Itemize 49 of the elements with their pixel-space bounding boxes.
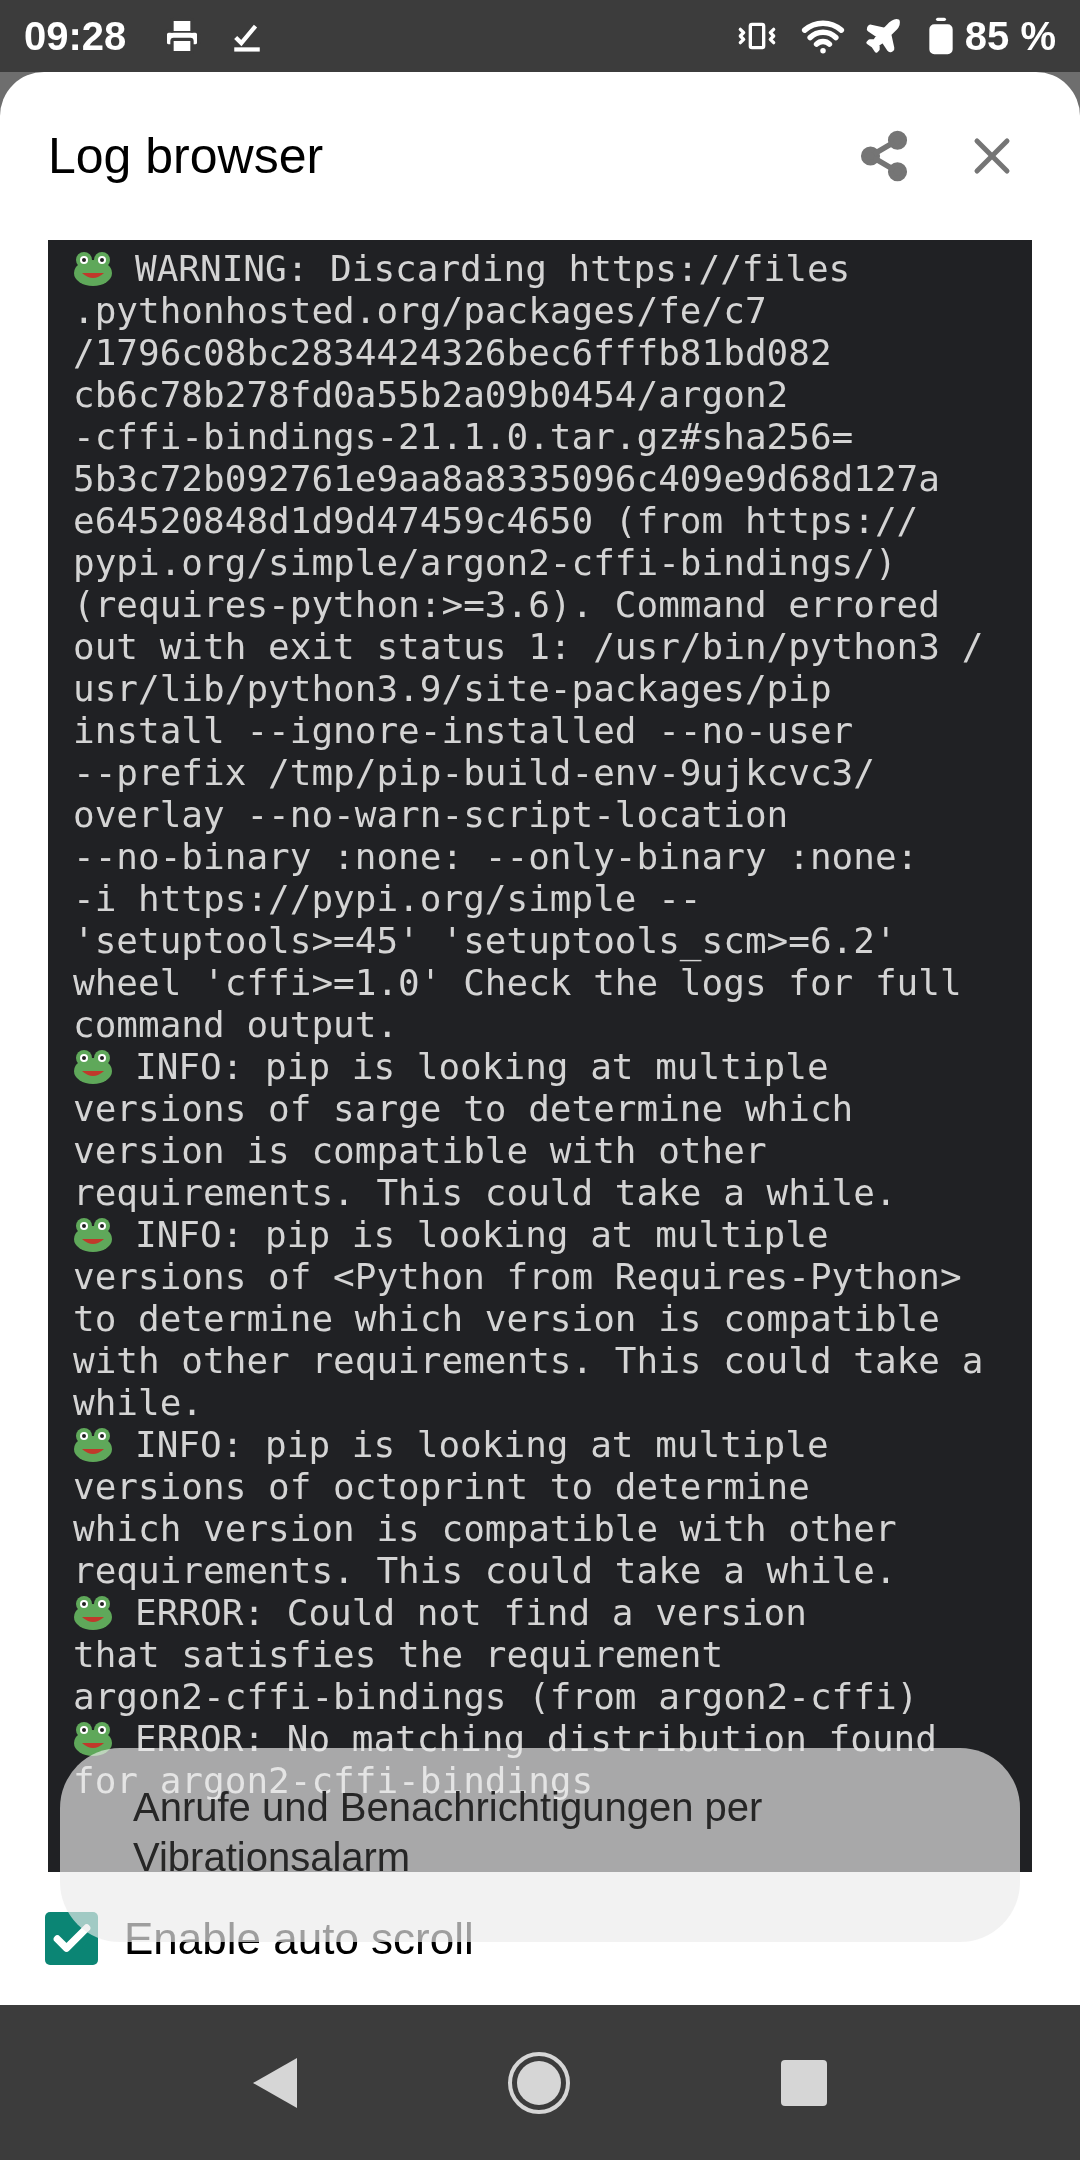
log-line: while. [73,1382,205,1424]
log-line: requirements. This could take a while. [73,1550,898,1592]
log-line: to determine which version is compatible [73,1298,941,1340]
log-line: versions of sarge to determine which [73,1088,855,1130]
log-line: install --ignore-installed --no-user [73,710,855,752]
frog-icon [73,251,113,287]
log-line: wheel 'cffi>=1.0' Check the logs for full [73,962,963,1004]
log-line: 5b3c72b092761e9aa8a8335096c409e9d68d127a [73,458,941,500]
log-line: .pythonhosted.org/packages/fe/c7 [73,290,768,332]
auto-scroll-label: Enable auto scroll [124,1912,474,1965]
clock: 09:28 [24,13,127,60]
frog-icon [73,1427,113,1463]
log-line: out with exit status 1: /usr/bin/python3 / [73,626,985,668]
log-line: INFO: pip is looking at multiple [135,1214,829,1256]
battery-percent: 85 % [964,13,1056,60]
log-line: requirements. This could take a while. [73,1172,898,1214]
home-icon[interactable] [507,2050,571,2115]
log-line: 'setuptools>=45' 'setuptools_scm>=6.2' [73,920,898,962]
log-line: /1796c08bc2834424326bec6fffb81bd082 [73,332,833,374]
log-line: --prefix /tmp/pip-build-env-9ujkcvc3/ [73,752,876,794]
log-line: INFO: pip is looking at multiple [135,1046,829,1088]
frog-icon [73,1595,113,1631]
log-line: pypi.org/simple/argon2-cffi-bindings/) [73,542,898,584]
frog-icon [73,1049,113,1085]
log-line: argon2-cffi-bindings (from argon2-cffi) [73,1676,920,1718]
log-line: versions of octoprint to determine [73,1466,811,1508]
auto-scroll-checkbox[interactable] [45,1912,98,1965]
log-line: (requires-python:>=3.6). Command errored [73,584,941,626]
log-line: cb6c78b278fd0a55b2a09b0454/argon2 [73,374,790,416]
frog-icon [73,1217,113,1253]
log-line: ERROR: Could not find a version [135,1592,807,1634]
log-line: e64520848d1d9d47459c4650 (from https:// [73,500,920,542]
log-line: usr/lib/python3.9/site-packages/pip [73,668,833,710]
frog-icon [73,1721,113,1757]
log-line: versions of <Python from Requires-Python> [73,1256,963,1298]
log-line: -cffi-bindings-21.1.0.tar.gz#sha256= [73,416,855,458]
log-line: WARNING: Discarding https://files [135,248,851,290]
log-line: command output. [73,1004,400,1046]
log-line: --no-binary :none: --only-binary :none: [73,836,920,878]
log-line: with other requirements. This could take a [73,1340,985,1382]
recents-icon[interactable] [781,2059,827,2106]
log-line: version is compatible with other [73,1130,768,1172]
log-line: that satisfies the requirement [73,1634,725,1676]
log-line: INFO: pip is looking at multiple [135,1424,829,1466]
log-line: overlay --no-warn-script-location [73,794,790,836]
log-line: which version is compatible with other [73,1508,898,1550]
back-icon[interactable] [253,2057,297,2108]
log-line: -i https://pypi.org/simple -- [73,878,703,920]
dialog-title: Log browser [48,126,325,186]
